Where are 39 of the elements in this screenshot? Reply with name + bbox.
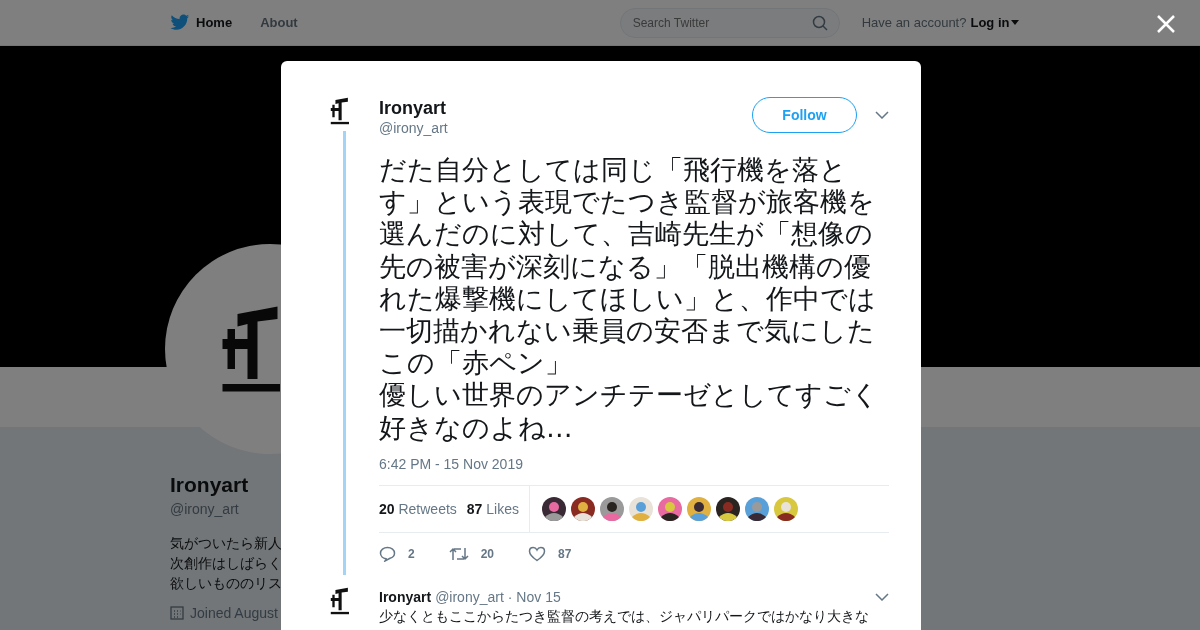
tweet-text: 少なくともここからたつき監督の考えでは、ジャパリパークではかなり大きな <box>379 607 870 626</box>
login-link[interactable]: Log in <box>970 15 1020 30</box>
tweet-timestamp: 6:42 PM - 15 Nov 2019 <box>379 455 524 472</box>
tweet-date: · Nov 15 <box>507 588 561 605</box>
joined-date: Joined August <box>190 605 278 621</box>
retweet-icon <box>448 545 469 562</box>
close-icon[interactable] <box>1156 14 1176 34</box>
nav-link[interactable]: Home <box>170 14 233 31</box>
tweet-text: だた自分としては同じ「飛行機を落とす」という表現でたつき監督が旅客機を選んだのに対して、吉崎先生が「想像の先の被害が深刻になる」「脱出機構の優れた爆撃機にしてほしい」と、作中では一切描かれない乗員の安否まで気にしたこの「赤ペン」 <box>379 154 877 380</box>
follow-button[interactable]: Follow <box>752 97 857 133</box>
author-handle[interactable]: @irony_art <box>379 120 752 136</box>
account-prompt: Have an account? <box>861 15 967 30</box>
reply-action[interactable]: 2 <box>379 545 415 562</box>
profile-name: Ironyart <box>170 473 250 497</box>
retweet-count[interactable]: 20 Retweets <box>379 500 457 517</box>
search-icon <box>811 14 828 31</box>
profile-handle: @irony_art <box>170 501 240 517</box>
chevron-icon[interactable] <box>875 592 889 601</box>
nav-link[interactable]: About <box>260 15 298 30</box>
author-name[interactable]: Ironyart <box>379 588 432 605</box>
caret-icon <box>1011 20 1020 25</box>
avatar-logo-icon <box>330 586 349 615</box>
reply-icon <box>379 545 396 562</box>
bio-line: 気がついたら新人 <box>170 534 281 553</box>
like-count[interactable]: 87 Likes <box>466 500 519 517</box>
tweet-text: 優しい世界のアンチテーゼとしてすごく好きなのよね… <box>379 379 880 444</box>
search-field[interactable]: Search Twitter <box>619 7 840 38</box>
retweet-action[interactable]: 20 <box>448 545 495 562</box>
avatar-logo-icon <box>330 97 349 125</box>
calendar-icon <box>170 606 184 620</box>
chevron-icon[interactable] <box>875 111 889 119</box>
bio-line: 欲しいもののリス <box>170 574 281 593</box>
bio-line: 次創作はしばらく <box>170 554 281 573</box>
heart-icon <box>528 545 547 562</box>
like-action[interactable]: 87 <box>528 545 572 562</box>
author-name[interactable]: Ironyart <box>379 97 752 119</box>
logo-icon <box>220 304 280 394</box>
bird-icon <box>170 14 190 31</box>
author-handle[interactable]: @irony_art <box>435 588 504 605</box>
